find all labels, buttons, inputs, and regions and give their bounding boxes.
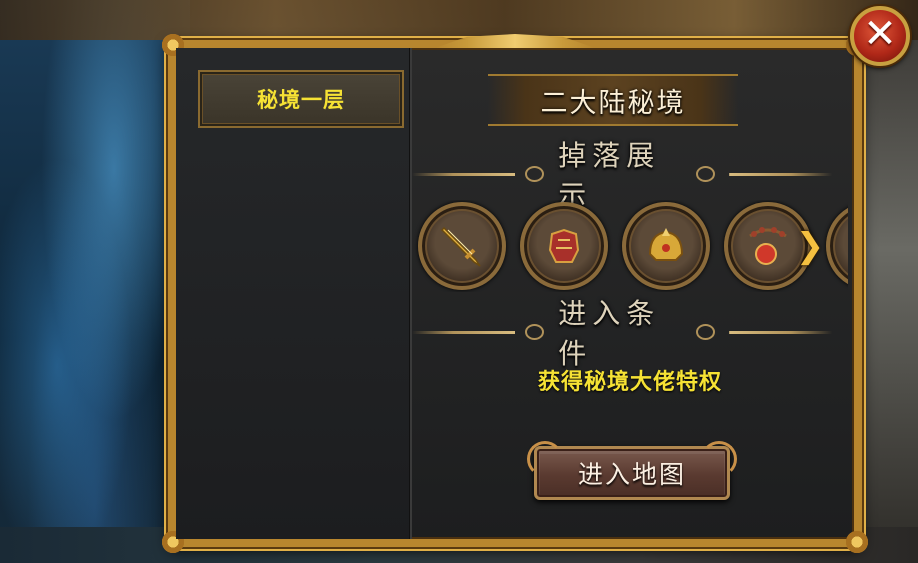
- entry-condition-text: 获得秘境大佬特权: [537, 370, 722, 395]
- divider-ornament: [728, 172, 832, 176]
- close-button[interactable]: ✕: [850, 6, 910, 66]
- background-dragon-art: [0, 0, 190, 563]
- drop-item-slot[interactable]: [622, 202, 710, 290]
- swirl-ornament: [695, 166, 715, 182]
- bead-necklace-icon: [749, 227, 787, 265]
- background-top-scenery: [0, 0, 918, 40]
- swirl-ornament: [695, 324, 715, 340]
- drop-item-slot[interactable]: [418, 202, 506, 290]
- drops-heading: 掉落展示: [412, 139, 832, 212]
- secret-realm-panel: 秘境一层 二大陆秘境 掉落展示 ❯ 进入条件 获得秘境大佬特权 进入地图: [160, 32, 870, 555]
- red-armor-icon: [548, 228, 580, 263]
- close-icon: ✕: [863, 11, 897, 57]
- realm-detail: 二大陆秘境 掉落展示 ❯ 进入条件 获得秘境大佬特权 进入地图: [412, 48, 854, 539]
- divider-ornament: [412, 330, 516, 334]
- swirl-ornament: [525, 166, 545, 182]
- swirl-ornament: [525, 324, 545, 340]
- divider-ornament: [412, 172, 516, 176]
- partial-item-icon: [844, 220, 848, 272]
- sword-icon: [440, 226, 481, 267]
- layer-item-1[interactable]: 秘境一层: [198, 70, 404, 128]
- drop-item-slot[interactable]: [520, 202, 608, 290]
- drop-item-slot-partial[interactable]: [826, 202, 848, 290]
- drop-items-row: ❯: [412, 200, 848, 292]
- next-arrow-icon[interactable]: ❯: [792, 226, 828, 266]
- conditions-heading: 进入条件: [412, 297, 832, 370]
- layer-list: 秘境一层: [176, 48, 412, 539]
- enter-map-button[interactable]: 进入地图: [527, 441, 730, 500]
- divider-ornament: [728, 330, 832, 334]
- golden-helmet-icon: [648, 228, 684, 261]
- conditions-heading-text: 进入条件: [558, 297, 661, 370]
- realm-title: 二大陆秘境: [488, 74, 738, 126]
